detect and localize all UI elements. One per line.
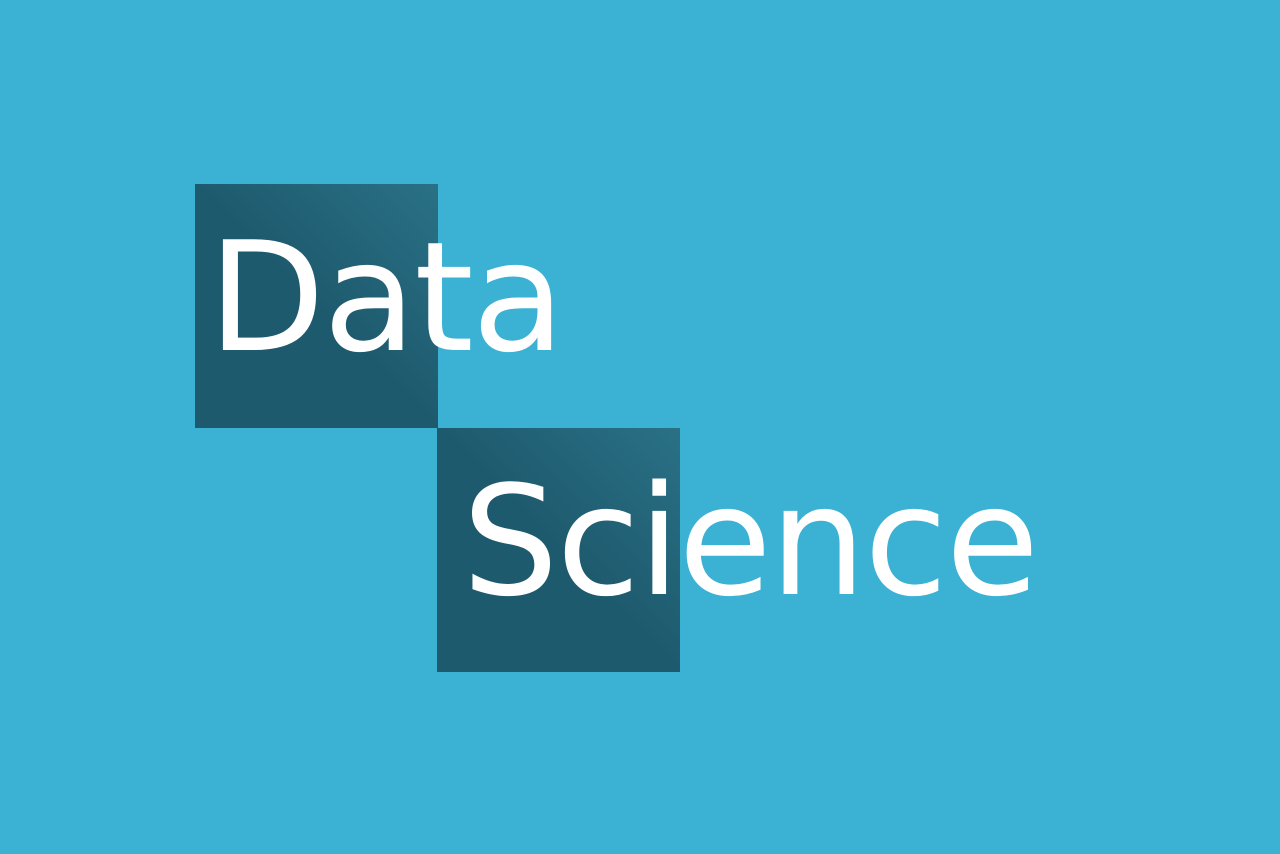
logo-canvas: Data Science	[0, 0, 1280, 854]
logo-word-science: Science	[462, 453, 1039, 630]
logo-word-data: Data	[208, 209, 565, 386]
